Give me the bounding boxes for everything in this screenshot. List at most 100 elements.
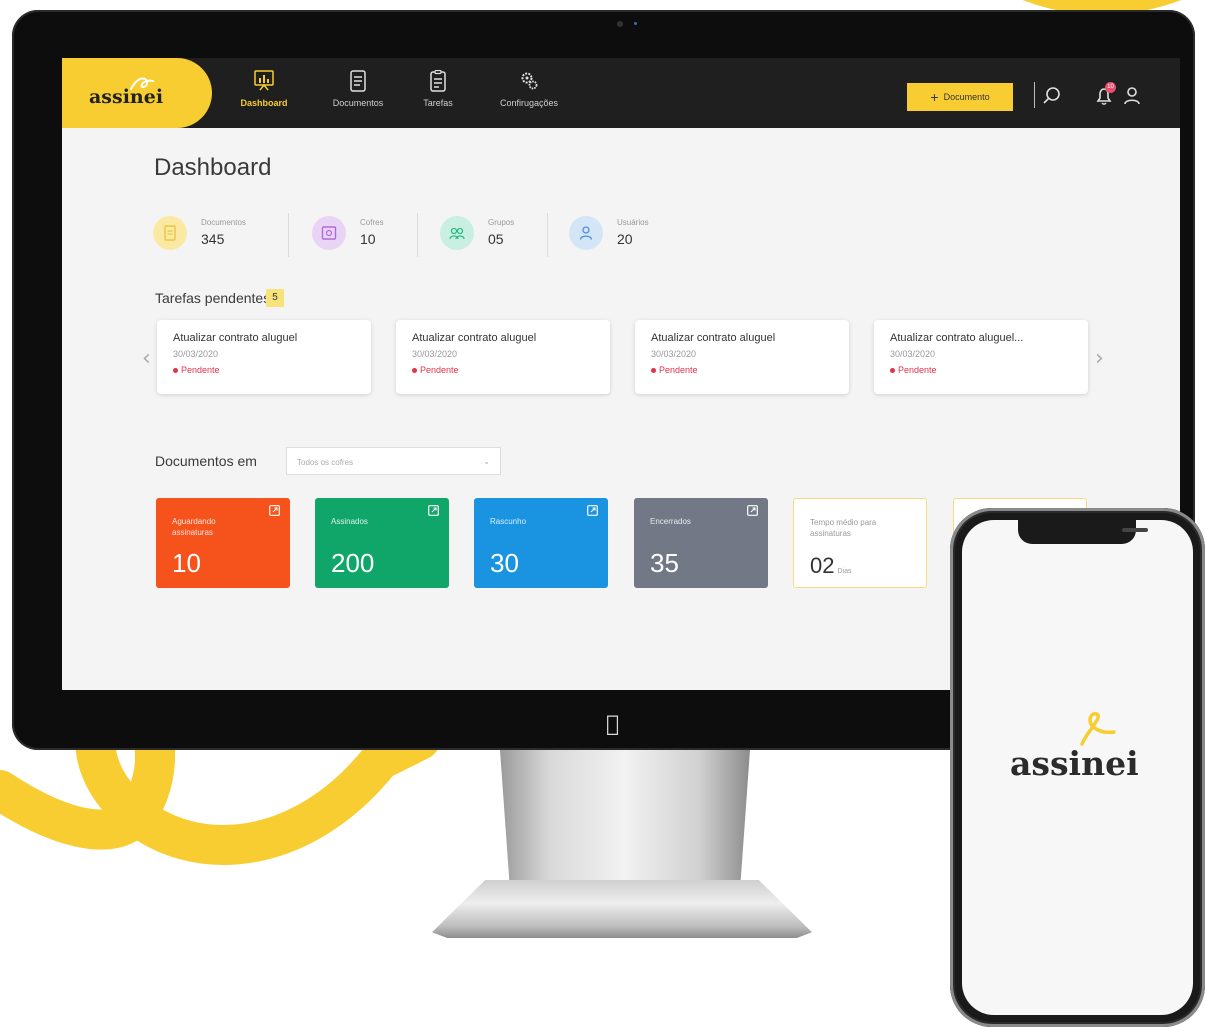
doc-card-label: Encerrados — [650, 517, 691, 526]
task-title: Atualizar contrato aluguel — [412, 332, 537, 344]
stat-icon-circle — [440, 216, 474, 250]
task-card[interactable]: Atualizar contrato aluguel 30/03/2020 Pe… — [396, 320, 610, 394]
nav-label-tarefas: Tarefas — [423, 98, 453, 108]
nav-label-configuracoes: Confirugações — [499, 98, 559, 108]
tasks-icon — [430, 70, 446, 92]
external-link-icon — [428, 505, 439, 516]
toolbar-divider — [1034, 82, 1035, 108]
search-icon[interactable] — [1042, 86, 1062, 106]
user-icon — [579, 226, 593, 240]
average-time-unit: Dias — [837, 568, 852, 575]
task-status-text: Pendente — [181, 365, 220, 375]
carousel-prev-arrow[interactable]: ‹ — [142, 346, 151, 371]
stat-value: 05 — [488, 231, 504, 247]
monitor-camera — [617, 21, 623, 27]
status-dot — [412, 368, 417, 374]
average-time-value: 02 Dias — [810, 553, 852, 579]
page-title: Dashboard — [154, 154, 272, 181]
monitor-stand — [500, 750, 750, 890]
doc-card-encerrados[interactable]: Encerrados 35 — [634, 498, 768, 588]
doc-card-assinados[interactable]: Assinados 200 — [315, 498, 449, 588]
pending-tasks-title: Tarefas pendentes — [155, 290, 271, 306]
average-time-card: Tempo médio para assinaturas 02 Dias — [793, 498, 927, 588]
doc-card-value: 30 — [490, 548, 519, 578]
doc-card-label: Assinados — [331, 517, 368, 526]
document-icon — [350, 70, 366, 92]
task-date: 30/03/2020 — [651, 349, 697, 359]
vault-filter-value: Todos os cofres — [297, 458, 354, 467]
stat-label: Documentos — [201, 218, 246, 227]
stat-label: Grupos — [488, 218, 515, 227]
average-time-number: 02 — [810, 553, 835, 578]
status-dot — [890, 368, 895, 374]
external-link-icon — [587, 505, 598, 516]
external-link-icon — [269, 505, 280, 516]
status-dot — [173, 368, 178, 374]
phone-notch — [1018, 520, 1148, 544]
pending-count-badge: 5 — [266, 289, 284, 307]
phone-speaker — [1122, 528, 1148, 532]
doc-card-aguardando[interactable]: Aguardando assinaturas 10 — [156, 498, 290, 588]
settings-gears-icon — [521, 72, 538, 90]
apple-logo-icon:  — [606, 712, 619, 737]
plus-icon: + — [930, 89, 939, 105]
task-status-text: Pendente — [420, 365, 459, 375]
task-title: Atualizar contrato aluguel — [651, 332, 776, 344]
task-status: Pendente — [651, 365, 698, 375]
stat-usuarios[interactable]: Usuários 20 — [569, 216, 679, 256]
stat-label: Usuários — [617, 218, 649, 227]
phone-device: assinei — [950, 508, 1205, 1027]
nav-item-documentos[interactable]: Documentos — [324, 70, 392, 120]
logo-text: assinei — [89, 86, 164, 108]
vault-icon — [321, 226, 337, 240]
logo-swoosh-icon — [1080, 712, 1116, 746]
task-card[interactable]: Atualizar contrato aluguel... 30/03/2020… — [874, 320, 1088, 394]
phone-screen: assinei — [962, 520, 1193, 1015]
logo-container[interactable]: assinei — [62, 58, 212, 128]
stat-separator — [417, 213, 418, 257]
document-icon — [164, 225, 176, 241]
average-time-label: Tempo médio para assinaturas — [810, 518, 877, 538]
task-status: Pendente — [890, 365, 937, 375]
notification-badge: 10 — [1105, 82, 1116, 93]
stat-grupos[interactable]: Grupos 05 — [440, 216, 540, 256]
task-card[interactable]: Atualizar contrato aluguel 30/03/2020 Pe… — [635, 320, 849, 394]
top-navigation: assinei Dashboard Documentos Tarefas Con… — [62, 58, 1180, 128]
task-title: Atualizar contrato aluguel — [173, 332, 298, 344]
monitor-camera-led — [634, 22, 637, 25]
task-date: 30/03/2020 — [890, 349, 936, 359]
stat-icon-circle — [153, 216, 187, 250]
nav-item-tarefas[interactable]: Tarefas — [415, 70, 461, 120]
task-title: Atualizar contrato aluguel... — [890, 332, 1024, 344]
dashboard-icon — [254, 70, 274, 91]
stat-value: 10 — [360, 231, 376, 247]
carousel-next-arrow[interactable]: › — [1095, 346, 1104, 371]
documents-section-title: Documentos em — [155, 453, 257, 469]
stat-label: Cofres — [360, 218, 384, 227]
phone-logo-text: assinei — [1010, 744, 1139, 783]
chevron-down-icon: ⌄ — [483, 457, 490, 466]
task-status: Pendente — [412, 365, 459, 375]
task-status-text: Pendente — [898, 365, 937, 375]
doc-card-label: Aguardando assinaturas — [172, 517, 216, 537]
vault-filter-select[interactable]: Todos os cofres ⌄ — [286, 447, 501, 475]
doc-card-rascunho[interactable]: Rascunho 30 — [474, 498, 608, 588]
user-icon[interactable] — [1122, 86, 1142, 106]
stat-value: 20 — [617, 231, 633, 247]
nav-item-dashboard[interactable]: Dashboard — [234, 70, 294, 120]
nav-label-documentos: Documentos — [332, 98, 384, 108]
doc-card-label: Rascunho — [490, 517, 527, 526]
task-status-text: Pendente — [659, 365, 698, 375]
task-card[interactable]: Atualizar contrato aluguel 30/03/2020 Pe… — [157, 320, 371, 394]
stat-separator — [547, 213, 548, 257]
new-document-button[interactable]: + Documento — [907, 83, 1013, 111]
group-icon — [449, 227, 465, 240]
status-dot — [651, 368, 656, 374]
monitor-stand-base — [432, 880, 812, 938]
nav-item-configuracoes[interactable]: Confirugações — [488, 70, 570, 120]
doc-card-value: 35 — [650, 548, 679, 578]
doc-card-value: 10 — [172, 548, 201, 578]
stat-cofres[interactable]: Cofres 10 — [312, 216, 412, 256]
stat-documentos[interactable]: Documentos 345 — [153, 216, 263, 256]
stat-icon-circle — [312, 216, 346, 250]
